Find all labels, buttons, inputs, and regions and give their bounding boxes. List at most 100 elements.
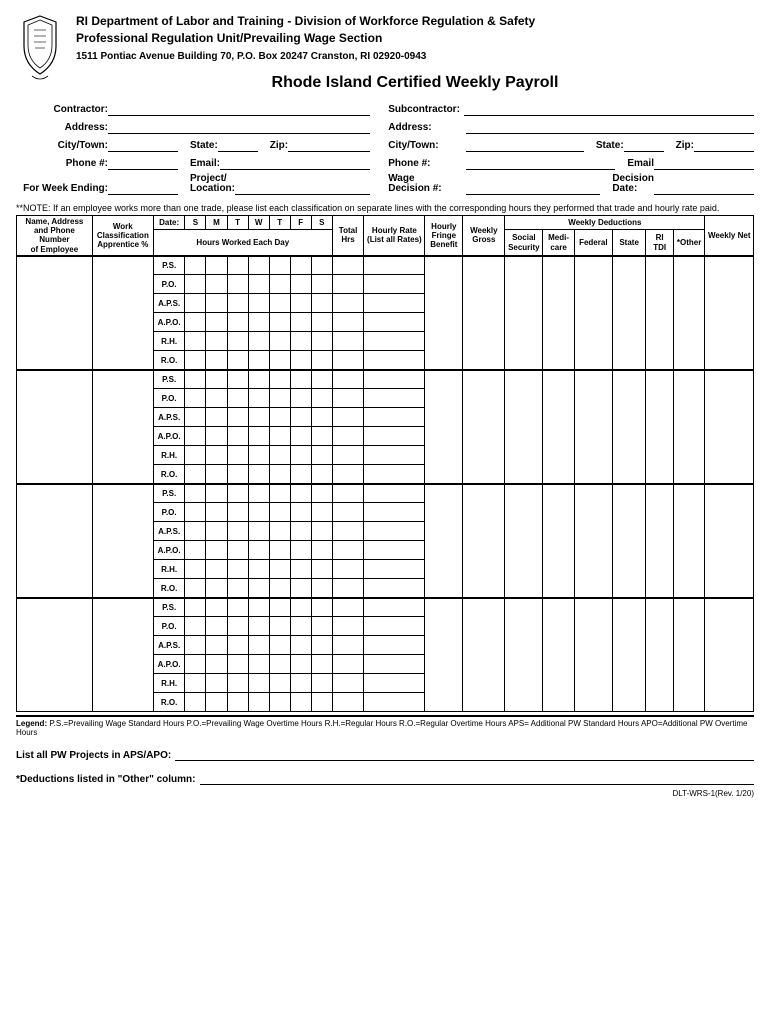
cell-total-hrs[interactable] bbox=[332, 655, 364, 674]
cell-total-hrs[interactable] bbox=[332, 446, 364, 465]
cell-hours[interactable] bbox=[311, 370, 332, 389]
cell-hours[interactable] bbox=[248, 617, 269, 636]
cell-hours[interactable] bbox=[290, 655, 311, 674]
cell-hours[interactable] bbox=[269, 693, 290, 712]
cell-hourly-rate[interactable] bbox=[364, 408, 425, 427]
cell-hours[interactable] bbox=[206, 370, 227, 389]
cell-hours[interactable] bbox=[311, 408, 332, 427]
cell-hours[interactable] bbox=[311, 541, 332, 560]
cell-hours[interactable] bbox=[311, 522, 332, 541]
cell-fringe[interactable] bbox=[425, 598, 463, 712]
cell-hours[interactable] bbox=[290, 636, 311, 655]
cell-hourly-rate[interactable] bbox=[364, 693, 425, 712]
cell-other[interactable] bbox=[673, 598, 705, 712]
field-wage-decision[interactable] bbox=[466, 181, 600, 195]
cell-hours[interactable] bbox=[227, 427, 248, 446]
cell-hours[interactable] bbox=[290, 693, 311, 712]
cell-hours[interactable] bbox=[227, 465, 248, 484]
cell-hours[interactable] bbox=[206, 598, 227, 617]
cell-hours[interactable] bbox=[269, 655, 290, 674]
cell-hours[interactable] bbox=[248, 579, 269, 598]
cell-medicare[interactable] bbox=[543, 256, 575, 370]
cell-hours[interactable] bbox=[185, 636, 206, 655]
cell-hours[interactable] bbox=[185, 560, 206, 579]
cell-hours[interactable] bbox=[206, 389, 227, 408]
cell-hours[interactable] bbox=[290, 465, 311, 484]
cell-hours[interactable] bbox=[269, 617, 290, 636]
cell-total-hrs[interactable] bbox=[332, 294, 364, 313]
cell-hours[interactable] bbox=[206, 408, 227, 427]
cell-hours[interactable] bbox=[227, 370, 248, 389]
cell-hours[interactable] bbox=[311, 503, 332, 522]
cell-hours[interactable] bbox=[206, 465, 227, 484]
cell-hourly-rate[interactable] bbox=[364, 484, 425, 503]
cell-total-hrs[interactable] bbox=[332, 617, 364, 636]
cell-hours[interactable] bbox=[311, 446, 332, 465]
cell-work-class[interactable] bbox=[92, 256, 153, 370]
field-address-left[interactable] bbox=[108, 120, 370, 134]
cell-hours[interactable] bbox=[290, 313, 311, 332]
cell-hours[interactable] bbox=[269, 427, 290, 446]
cell-total-hrs[interactable] bbox=[332, 693, 364, 712]
cell-hours[interactable] bbox=[227, 484, 248, 503]
cell-federal[interactable] bbox=[574, 370, 612, 484]
field-zip-right[interactable] bbox=[694, 138, 754, 152]
cell-hours[interactable] bbox=[185, 427, 206, 446]
cell-ri-tdi[interactable] bbox=[646, 598, 673, 712]
cell-hours[interactable] bbox=[311, 313, 332, 332]
cell-medicare[interactable] bbox=[543, 370, 575, 484]
cell-other[interactable] bbox=[673, 256, 705, 370]
cell-hours[interactable] bbox=[290, 427, 311, 446]
cell-hours[interactable] bbox=[248, 427, 269, 446]
field-address-right[interactable] bbox=[466, 120, 754, 134]
cell-hours[interactable] bbox=[227, 617, 248, 636]
field-state-right[interactable] bbox=[624, 138, 664, 152]
cell-hours[interactable] bbox=[206, 313, 227, 332]
cell-hours[interactable] bbox=[185, 294, 206, 313]
field-other-deductions[interactable] bbox=[200, 773, 755, 785]
field-email-right[interactable] bbox=[654, 156, 754, 170]
field-phone-right[interactable] bbox=[466, 156, 615, 170]
cell-federal[interactable] bbox=[574, 484, 612, 598]
cell-total-hrs[interactable] bbox=[332, 370, 364, 389]
field-decision-date[interactable] bbox=[654, 181, 754, 195]
cell-total-hrs[interactable] bbox=[332, 275, 364, 294]
cell-hours[interactable] bbox=[206, 427, 227, 446]
cell-hours[interactable] bbox=[227, 560, 248, 579]
cell-hours[interactable] bbox=[206, 332, 227, 351]
cell-hours[interactable] bbox=[185, 484, 206, 503]
cell-hours[interactable] bbox=[269, 598, 290, 617]
cell-social-security[interactable] bbox=[505, 256, 543, 370]
cell-hours[interactable] bbox=[269, 389, 290, 408]
cell-total-hrs[interactable] bbox=[332, 351, 364, 370]
cell-hours[interactable] bbox=[311, 579, 332, 598]
cell-hours[interactable] bbox=[311, 636, 332, 655]
cell-hours[interactable] bbox=[227, 256, 248, 275]
cell-hours[interactable] bbox=[248, 294, 269, 313]
cell-hours[interactable] bbox=[311, 351, 332, 370]
cell-hours[interactable] bbox=[227, 598, 248, 617]
cell-total-hrs[interactable] bbox=[332, 560, 364, 579]
cell-hours[interactable] bbox=[311, 655, 332, 674]
cell-state[interactable] bbox=[612, 256, 646, 370]
cell-fringe[interactable] bbox=[425, 256, 463, 370]
cell-hours[interactable] bbox=[248, 313, 269, 332]
cell-medicare[interactable] bbox=[543, 598, 575, 712]
cell-hours[interactable] bbox=[311, 332, 332, 351]
cell-hours[interactable] bbox=[248, 446, 269, 465]
cell-hours[interactable] bbox=[311, 389, 332, 408]
cell-hours[interactable] bbox=[290, 541, 311, 560]
cell-hours[interactable] bbox=[227, 693, 248, 712]
cell-hourly-rate[interactable] bbox=[364, 598, 425, 617]
field-project-location[interactable] bbox=[235, 181, 370, 195]
cell-state[interactable] bbox=[612, 598, 646, 712]
cell-hours[interactable] bbox=[269, 522, 290, 541]
cell-hours[interactable] bbox=[185, 313, 206, 332]
cell-hours[interactable] bbox=[185, 522, 206, 541]
cell-hours[interactable] bbox=[206, 351, 227, 370]
cell-employee[interactable] bbox=[17, 484, 93, 598]
cell-hourly-rate[interactable] bbox=[364, 503, 425, 522]
cell-hours[interactable] bbox=[290, 522, 311, 541]
cell-hours[interactable] bbox=[311, 693, 332, 712]
cell-work-class[interactable] bbox=[92, 598, 153, 712]
